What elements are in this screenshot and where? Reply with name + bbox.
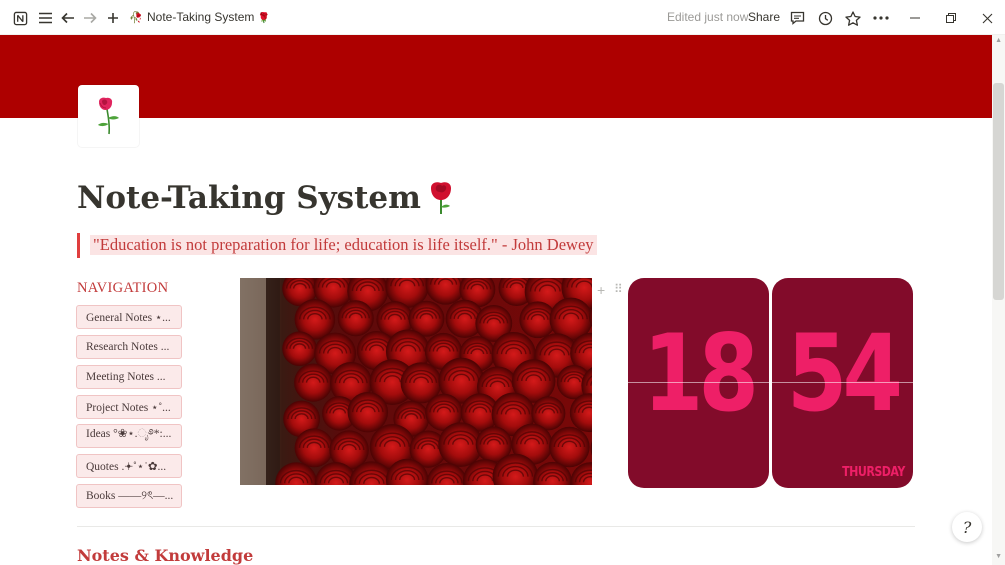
rose-bloom: [347, 391, 389, 433]
rose-icon: [97, 97, 119, 135]
scroll-down-arrow-icon[interactable]: ▼: [995, 553, 1002, 560]
quote-text[interactable]: "Education is not preparation for life; …: [90, 235, 597, 255]
hamburger-menu-icon[interactable]: [35, 8, 55, 28]
quote-bar: [77, 233, 80, 258]
rose-icon: 🥀: [129, 11, 143, 24]
red-roses-illustration: [240, 278, 592, 485]
nav-button-quotes[interactable]: Quotes .𖥔˚⋆˙✿...: [76, 454, 182, 478]
red-roses-image[interactable]: [240, 278, 592, 485]
notion-logo-icon[interactable]: [10, 8, 30, 28]
nav-button-meeting-notes[interactable]: Meeting Notes ...: [76, 365, 182, 389]
plus-icon[interactable]: [103, 8, 123, 28]
red-rose-icon: 🌹: [257, 13, 271, 24]
nav-button-research-notes[interactable]: Research Notes ...: [76, 335, 182, 359]
restore-icon[interactable]: [941, 8, 961, 28]
red-rose-icon: [430, 182, 451, 214]
rose-bloom: [294, 428, 334, 468]
minimize-icon[interactable]: [905, 8, 925, 28]
help-icon: ?: [962, 517, 972, 537]
more-horizontal-icon[interactable]: [871, 8, 891, 28]
star-icon[interactable]: [843, 8, 863, 28]
nav-button-books[interactable]: Books ——୨ৎ—...: [76, 484, 182, 508]
page-scrollbar[interactable]: ▲ ▼: [992, 35, 1005, 565]
breadcrumb-page-title[interactable]: Note-Taking System 🌹: [147, 10, 270, 26]
rose-bloom: [282, 331, 317, 367]
clock-minute: 54: [786, 312, 903, 435]
top-bar: 🥀 Note-Taking System 🌹 Edited just now S…: [0, 0, 1005, 35]
forward-arrow-icon[interactable]: [80, 8, 100, 28]
rose-bloom: [337, 300, 374, 337]
page-cover[interactable]: [0, 35, 992, 118]
rose-bloom: [549, 426, 590, 468]
share-button[interactable]: Share: [748, 10, 780, 25]
breadcrumb-title-text: Note-Taking System: [147, 10, 255, 24]
clock-hour-card: 18: [628, 278, 769, 488]
page-title-text: Note-Taking System: [77, 180, 421, 216]
scroll-up-arrow-icon[interactable]: ▲: [995, 37, 1002, 44]
section-heading-notes-knowledge[interactable]: Notes & Knowledge: [77, 546, 253, 565]
clock-flip-line: [772, 382, 913, 383]
clock-hour: 18: [642, 312, 759, 435]
block-add-icon[interactable]: +: [597, 282, 605, 298]
edited-status: Edited just now: [667, 10, 749, 24]
page-title[interactable]: Note-Taking System: [77, 177, 453, 219]
help-button[interactable]: ?: [952, 512, 982, 542]
comment-icon[interactable]: [787, 8, 807, 28]
navigation-heading: NAVIGATION: [77, 280, 169, 296]
clock-flip-line: [628, 382, 769, 383]
block-drag-handle-icon[interactable]: ⠿: [614, 282, 623, 296]
close-icon[interactable]: [977, 8, 997, 28]
clock-history-icon[interactable]: [815, 8, 835, 28]
nav-button-general-notes[interactable]: General Notes ⋆...: [76, 305, 182, 329]
scrollbar-thumb[interactable]: [993, 83, 1004, 300]
clock-day: THURSDAY: [842, 465, 905, 480]
nav-button-project-notes[interactable]: Project Notes ⋆˚...: [76, 395, 182, 419]
back-arrow-icon[interactable]: [58, 8, 78, 28]
section-divider: [77, 526, 915, 527]
clock-minute-card: 54 THURSDAY: [772, 278, 913, 488]
rose-bloom: [294, 363, 333, 402]
nav-button-ideas[interactable]: Ideas °❀⋆.ೃ࿔*:...: [76, 424, 182, 448]
page-icon[interactable]: [78, 85, 139, 147]
